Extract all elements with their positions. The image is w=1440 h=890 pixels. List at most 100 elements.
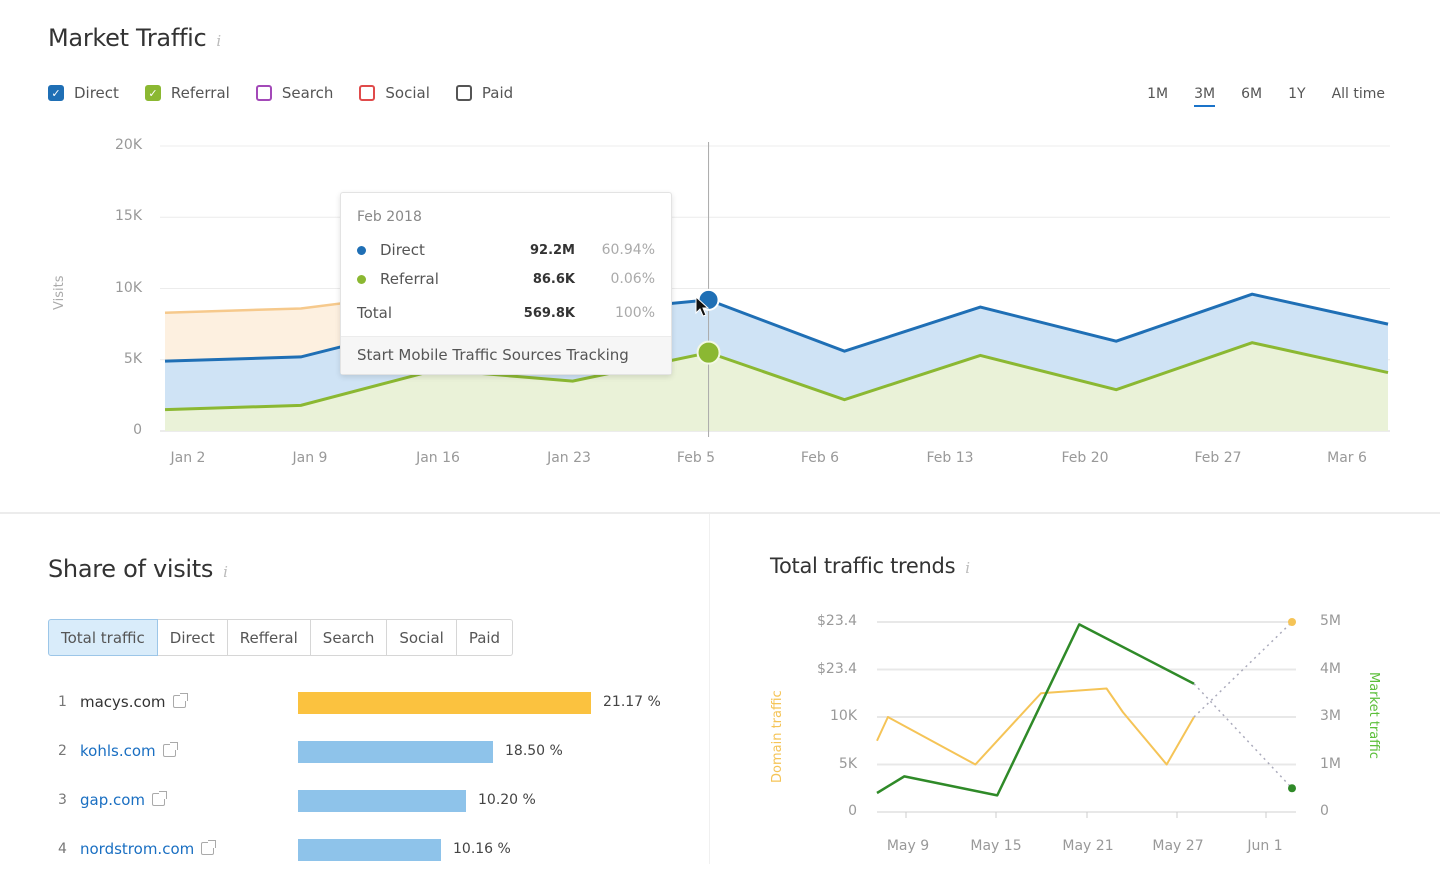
mouse-cursor-icon [695, 296, 709, 317]
forecast-point [1288, 784, 1296, 793]
x-tick-label: Feb 5 [676, 450, 716, 466]
x-tick-label: Feb 20 [1061, 450, 1109, 466]
tooltip-row-pct: 0.06% [610, 271, 655, 287]
x-tick-label: May 15 [970, 838, 1022, 854]
column-divider [709, 514, 710, 864]
share-list-item: 2 kohls.com 18.50 % [58, 741, 678, 765]
domain-link[interactable]: nordstrom.com [80, 840, 217, 858]
rank-number: 4 [58, 841, 67, 857]
share-bar [298, 692, 591, 714]
forecast-line [1193, 683, 1293, 789]
total-traffic-trends-title: Total traffic trends [770, 554, 956, 578]
share-value: 10.20 % [478, 792, 536, 808]
left-y-tick-label: $23.4 [817, 613, 858, 629]
x-tick-label: Jan 23 [547, 450, 591, 466]
rank-number: 1 [58, 694, 67, 710]
tooltip-total-label: Total [357, 304, 393, 322]
rank-number: 2 [58, 743, 67, 759]
tab-refferal[interactable]: Refferal [227, 619, 311, 656]
tab-social[interactable]: Social [387, 619, 457, 656]
domain-link[interactable]: kohls.com [80, 742, 178, 760]
share-list-item: 4 nordstrom.com 10.16 % [58, 839, 678, 863]
x-tick-label: Feb 6 [800, 450, 840, 466]
tooltip-row-direct: Direct 92.2M 60.94% [357, 240, 655, 260]
tooltip-row-pct: 60.94% [601, 242, 655, 258]
x-tick-label: Jun 1 [1247, 838, 1283, 854]
tooltip-row-value: 86.6K [532, 271, 575, 287]
share-list-item: 1 macys.com 21.17 % [58, 692, 678, 716]
tab-total-traffic[interactable]: Total traffic [48, 619, 158, 656]
x-tick-label: Feb 27 [1194, 450, 1242, 466]
tooltip-row-value: 92.2M [529, 242, 575, 258]
left-y-tick-label: 5K [838, 755, 857, 772]
share-of-visits-title: Share of visits [48, 555, 214, 583]
domain-name: kohls.com [80, 742, 156, 760]
tooltip-total-value: 569.8K [523, 305, 575, 321]
external-link-icon[interactable] [172, 693, 188, 708]
traffic-type-tabs: Total traffic Direct Refferal Search Social P… [48, 619, 514, 656]
referral-dot-icon [357, 274, 366, 284]
x-tick-label: Jan 16 [416, 450, 460, 466]
external-link-icon[interactable] [162, 742, 178, 757]
y-axis-title: Visits [52, 275, 67, 310]
x-tick-label: Feb 13 [926, 450, 974, 466]
domain-traffic-line [876, 687, 1195, 766]
y-tick-label: 20K [115, 137, 142, 153]
rank-number: 3 [58, 792, 67, 808]
referral-hover-marker [696, 340, 721, 365]
tooltip-date: Feb 2018 [357, 209, 422, 225]
direct-dot-icon [357, 245, 366, 255]
share-bar [298, 839, 441, 861]
external-link-icon[interactable] [201, 840, 217, 855]
share-of-visits-header: Share of visits i [48, 555, 228, 583]
y-tick-label: 5K [123, 350, 142, 367]
x-tick-label: May 21 [1062, 838, 1114, 854]
left-y-tick-label: 0 [848, 803, 857, 819]
chart-tooltip: Feb 2018 Direct 92.2M 60.94% Referral 86… [340, 192, 672, 375]
tab-paid[interactable]: Paid [456, 619, 514, 656]
share-value: 21.17 % [603, 694, 661, 710]
forecast-line [1193, 621, 1293, 718]
x-tick-label: May 9 [886, 838, 930, 854]
tooltip-row-referral: Referral 86.6K 0.06% [357, 269, 655, 289]
tab-direct[interactable]: Direct [157, 619, 228, 656]
total-traffic-trends-header: Total traffic trends i [770, 554, 970, 578]
left-y-tick-label: 10K [830, 708, 857, 724]
tab-search[interactable]: Search [310, 619, 388, 656]
domain-name: macys.com [80, 693, 166, 711]
y-tick-label: 0 [133, 422, 142, 438]
domain-traffic-axis-title: Domain traffic [770, 690, 785, 783]
left-y-tick-label: $23.4 [817, 660, 858, 677]
market-traffic-chart [160, 142, 1390, 437]
y-tick-label: 15K [115, 208, 142, 225]
domain-link[interactable]: gap.com [80, 791, 168, 809]
domain-name: gap.com [80, 791, 146, 809]
domain-link[interactable]: macys.com [80, 693, 188, 711]
share-value: 18.50 % [505, 743, 563, 759]
market-traffic-line [876, 623, 1195, 797]
share-bar [298, 741, 493, 763]
tooltip-row-name: Referral [380, 270, 439, 288]
info-icon[interactable]: i [965, 559, 970, 577]
tooltip-total-pct: 100% [614, 305, 655, 321]
x-tick-label: Mar 6 [1327, 450, 1367, 466]
right-y-tick-label: 0 [1320, 803, 1329, 819]
y-tick-label: 10K [115, 279, 142, 296]
x-tick-label: May 27 [1152, 838, 1204, 854]
section-divider [0, 512, 1440, 514]
info-icon[interactable]: i [223, 563, 228, 581]
right-y-tick-label: 1M [1320, 755, 1341, 772]
right-y-tick-label: 4M [1320, 660, 1341, 677]
start-mobile-tracking-link[interactable]: Start Mobile Traffic Sources Tracking [341, 336, 671, 374]
domain-name: nordstrom.com [80, 840, 195, 858]
x-tick-label: Jan 2 [170, 450, 206, 466]
share-list-item: 3 gap.com 10.20 % [58, 790, 678, 814]
market-traffic-axis-title: Market traffic [1366, 672, 1381, 759]
right-y-tick-label: 3M [1320, 708, 1341, 724]
tooltip-row-total: Total 569.8K 100% [357, 303, 655, 323]
share-bar [298, 790, 466, 812]
external-link-icon[interactable] [152, 791, 168, 806]
x-tick-label: Jan 9 [292, 450, 328, 466]
tooltip-row-name: Direct [380, 241, 425, 259]
forecast-point [1288, 618, 1296, 626]
